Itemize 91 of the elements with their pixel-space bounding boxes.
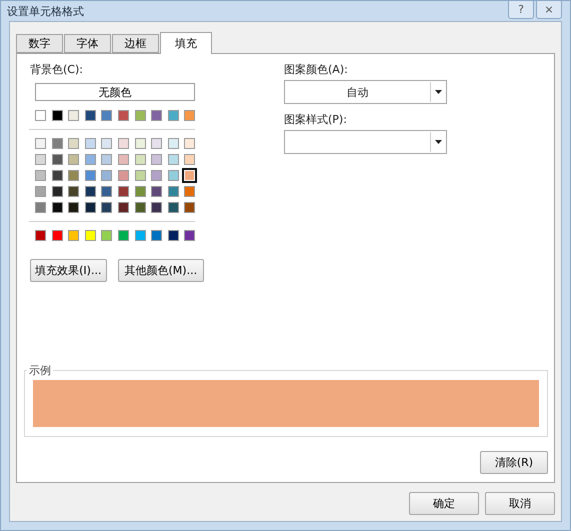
color-swatch[interactable] bbox=[68, 154, 80, 165]
color-swatch[interactable] bbox=[68, 138, 80, 149]
color-swatch[interactable] bbox=[35, 110, 46, 121]
color-swatch[interactable] bbox=[101, 154, 112, 165]
color-swatch[interactable] bbox=[101, 186, 112, 197]
window-title: 设置单元格格式 bbox=[7, 4, 84, 18]
color-swatch[interactable] bbox=[118, 186, 129, 197]
color-swatch[interactable] bbox=[84, 154, 96, 165]
dropdown-arrow-icon bbox=[435, 140, 442, 144]
color-swatch[interactable] bbox=[35, 154, 46, 165]
color-swatch[interactable] bbox=[134, 230, 146, 241]
color-swatch[interactable] bbox=[84, 170, 96, 181]
color-swatch[interactable] bbox=[134, 170, 146, 181]
color-swatch[interactable] bbox=[35, 138, 46, 149]
color-swatch[interactable] bbox=[84, 186, 96, 197]
cancel-button[interactable]: 取消 bbox=[485, 492, 555, 515]
color-swatch[interactable] bbox=[101, 230, 112, 241]
color-swatch[interactable] bbox=[184, 202, 196, 213]
color-swatch[interactable] bbox=[182, 168, 198, 183]
tab[interactable]: 数字 bbox=[16, 34, 63, 53]
color-swatch[interactable] bbox=[134, 138, 146, 149]
color-swatch[interactable] bbox=[68, 170, 80, 181]
color-swatch[interactable] bbox=[184, 154, 196, 165]
color-swatch[interactable] bbox=[68, 202, 80, 213]
sample-label: 示例 bbox=[28, 363, 52, 378]
no-color-button[interactable]: 无颜色 bbox=[35, 83, 195, 101]
color-swatch[interactable] bbox=[134, 154, 146, 165]
color-swatch[interactable] bbox=[151, 230, 162, 241]
pattern-style-dropdown[interactable] bbox=[284, 130, 447, 154]
close-button[interactable]: × bbox=[536, 1, 562, 19]
color-swatch[interactable] bbox=[118, 138, 129, 149]
color-swatch[interactable] bbox=[68, 230, 80, 241]
pattern-color-label: 图案颜色(A): bbox=[284, 62, 349, 77]
clear-button[interactable]: 清除(R) bbox=[480, 451, 548, 474]
color-swatch[interactable] bbox=[134, 186, 146, 197]
background-color-label: 背景色(C): bbox=[30, 62, 84, 77]
tab[interactable]: 填充 bbox=[160, 32, 212, 54]
color-swatch[interactable] bbox=[68, 110, 80, 121]
color-swatch[interactable] bbox=[35, 170, 46, 181]
color-swatch[interactable] bbox=[118, 154, 129, 165]
color-swatch[interactable] bbox=[35, 230, 46, 241]
color-swatch[interactable] bbox=[184, 110, 196, 121]
color-swatch[interactable] bbox=[151, 110, 162, 121]
color-swatch[interactable] bbox=[52, 154, 63, 165]
ok-button[interactable]: 确定 bbox=[409, 492, 479, 515]
color-swatch[interactable] bbox=[35, 186, 46, 197]
color-swatch[interactable] bbox=[168, 138, 179, 149]
color-swatch[interactable] bbox=[184, 186, 196, 197]
dropdown-arrow-icon bbox=[435, 90, 442, 94]
color-swatch[interactable] bbox=[101, 202, 112, 213]
color-swatch[interactable] bbox=[84, 138, 96, 149]
color-swatch[interactable] bbox=[84, 110, 96, 121]
color-swatch[interactable] bbox=[168, 170, 179, 181]
color-swatch[interactable] bbox=[151, 186, 162, 197]
color-swatch[interactable] bbox=[134, 202, 146, 213]
color-swatch[interactable] bbox=[168, 202, 179, 213]
color-swatch[interactable] bbox=[168, 110, 179, 121]
color-swatch[interactable] bbox=[84, 230, 96, 241]
color-swatch[interactable] bbox=[52, 170, 63, 181]
color-swatch[interactable] bbox=[52, 138, 63, 149]
color-swatch[interactable] bbox=[84, 202, 96, 213]
color-swatch[interactable] bbox=[168, 230, 179, 241]
color-swatch[interactable] bbox=[151, 154, 162, 165]
pattern-color-dropdown[interactable]: 自动 bbox=[284, 80, 447, 104]
color-swatch[interactable] bbox=[151, 170, 162, 181]
color-swatch[interactable] bbox=[134, 110, 146, 121]
color-swatch[interactable] bbox=[118, 110, 129, 121]
color-swatch[interactable] bbox=[168, 154, 179, 165]
color-swatch[interactable] bbox=[118, 202, 129, 213]
fill-effects-button[interactable]: 填充效果(I)... bbox=[30, 259, 107, 282]
color-swatch[interactable] bbox=[118, 230, 129, 241]
help-button[interactable]: ? bbox=[508, 1, 534, 19]
color-swatch[interactable] bbox=[52, 230, 63, 241]
color-swatch[interactable] bbox=[52, 202, 63, 213]
color-swatch[interactable] bbox=[101, 110, 112, 121]
tab[interactable]: 边框 bbox=[112, 34, 159, 53]
more-colors-button[interactable]: 其他颜色(M)... bbox=[118, 259, 204, 282]
color-swatch[interactable] bbox=[151, 138, 162, 149]
color-swatch[interactable] bbox=[101, 170, 112, 181]
color-swatch[interactable] bbox=[35, 202, 46, 213]
color-swatch[interactable] bbox=[68, 186, 80, 197]
color-swatch[interactable] bbox=[118, 170, 129, 181]
color-swatch[interactable] bbox=[184, 138, 196, 149]
color-swatch[interactable] bbox=[168, 186, 179, 197]
color-swatch[interactable] bbox=[151, 202, 162, 213]
tab[interactable]: 字体 bbox=[64, 34, 111, 53]
color-swatch[interactable] bbox=[184, 230, 196, 241]
pattern-style-label: 图案样式(P): bbox=[284, 112, 348, 127]
color-swatch[interactable] bbox=[52, 186, 63, 197]
color-swatch[interactable] bbox=[101, 138, 112, 149]
color-swatch[interactable] bbox=[52, 110, 63, 121]
